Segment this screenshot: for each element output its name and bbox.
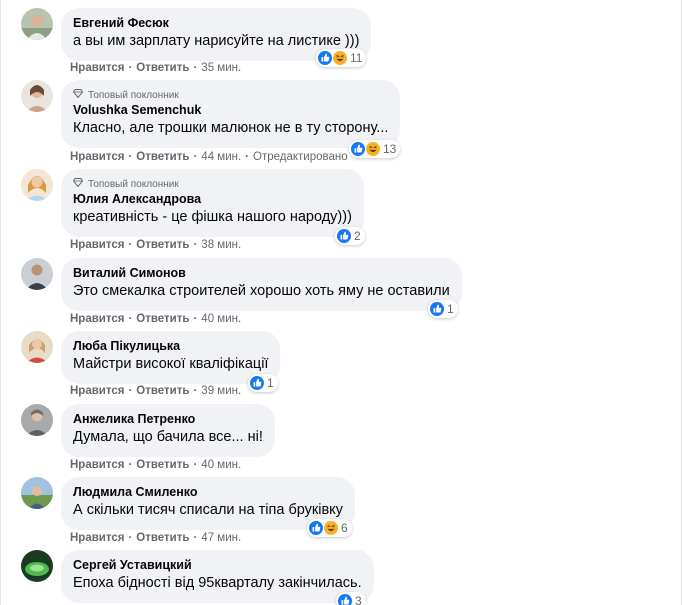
avatar[interactable] xyxy=(21,331,53,363)
like-icon xyxy=(338,594,352,605)
like-icon xyxy=(430,302,444,316)
reaction-summary[interactable]: 11 xyxy=(316,49,367,67)
haha-icon xyxy=(324,521,338,535)
comment-actions: Нравится · Ответить · 39 мин. xyxy=(70,385,242,397)
comment-text: А скільки тисяч списали на тіпа бруківку xyxy=(73,502,343,518)
reply-button[interactable]: Ответить xyxy=(136,313,189,325)
like-button[interactable]: Нравится xyxy=(70,532,124,544)
like-icon xyxy=(337,229,351,243)
reply-button[interactable]: Ответить xyxy=(136,62,189,74)
reaction-summary[interactable]: 3 xyxy=(336,592,366,605)
top-fan-label: Топовый поклонник xyxy=(88,89,179,101)
comment-timestamp[interactable]: 40 мин. xyxy=(201,459,241,471)
comment-bubble: Топовый поклонник Юлия Александрова креа… xyxy=(61,169,364,237)
avatar[interactable] xyxy=(21,477,53,509)
haha-icon xyxy=(366,142,380,156)
comment-timestamp[interactable]: 38 мин. xyxy=(201,239,241,251)
like-icon xyxy=(309,521,323,535)
like-icon xyxy=(351,142,365,156)
comment-text: Епоха бідності від 95кварталу закінчилас… xyxy=(73,575,362,591)
reaction-summary[interactable]: 2 xyxy=(335,227,365,245)
comment-actions: Нравится · Ответить · 47 мин. xyxy=(70,532,242,544)
reaction-count: 1 xyxy=(267,376,274,390)
comment-author[interactable]: Юлия Александрова xyxy=(73,191,352,207)
comment-timestamp[interactable]: 44 мин. xyxy=(201,151,241,163)
comment-author[interactable]: Анжелика Петренко xyxy=(73,411,263,427)
comment-text: Думала, що бачила все... ні! xyxy=(73,429,263,445)
avatar[interactable] xyxy=(21,404,53,436)
like-icon xyxy=(318,51,332,65)
reply-button[interactable]: Ответить xyxy=(136,532,189,544)
comment-bubble: Сергей Уставицкий Епоха бідності від 95к… xyxy=(61,550,374,603)
edited-label[interactable]: Отредактировано xyxy=(253,151,348,163)
reaction-count: 13 xyxy=(383,142,397,156)
like-button[interactable]: Нравится xyxy=(70,459,124,471)
comment-actions: Нравится · Ответить · 40 мин. xyxy=(70,313,242,325)
comment-text: а вы им зарплату нарисуйте на листике ))… xyxy=(73,33,360,49)
reaction-count: 1 xyxy=(447,302,454,316)
avatar[interactable] xyxy=(21,550,53,582)
like-button[interactable]: Нравится xyxy=(70,239,124,251)
comment-author[interactable]: Сергей Уставицкий xyxy=(73,557,362,573)
top-fan-badge: Топовый поклонник xyxy=(72,177,352,191)
comment-bubble: Анжелика Петренко Думала, що бачила все.… xyxy=(61,404,275,457)
diamond-icon xyxy=(72,178,84,190)
comment-bubble: Виталий Симонов Это смекалка строителей … xyxy=(61,258,462,311)
reply-button[interactable]: Ответить xyxy=(136,239,189,251)
avatar[interactable] xyxy=(21,8,53,40)
comment-timestamp[interactable]: 35 мин. xyxy=(201,62,241,74)
like-button[interactable]: Нравится xyxy=(70,385,124,397)
comment-text: Майстри високої кваліфікації xyxy=(73,356,269,372)
reply-button[interactable]: Ответить xyxy=(136,385,189,397)
comment-actions: Нравится · Ответить · 38 мин. xyxy=(70,239,242,251)
comment-actions: Нравится · Ответить · 40 мин. xyxy=(70,459,242,471)
comment-actions: Нравится · Ответить · 35 мин. xyxy=(70,62,242,74)
comment-actions: Нравится · Ответить · 44 мин. · Отредактирован… xyxy=(70,151,348,163)
comments-panel: Евгений Фесюк а вы им зарплату нарисуйте… xyxy=(0,0,682,605)
comment-timestamp[interactable]: 40 мин. xyxy=(201,313,241,325)
avatar[interactable] xyxy=(21,169,53,201)
reaction-summary[interactable]: 1 xyxy=(428,300,458,318)
comment-author[interactable]: Люба Пікулицька xyxy=(73,338,268,354)
diamond-icon xyxy=(72,89,84,101)
comment-author[interactable]: Евгений Фесюк xyxy=(73,15,359,31)
reply-button[interactable]: Ответить xyxy=(136,459,189,471)
like-icon xyxy=(250,376,264,390)
reply-button[interactable]: Ответить xyxy=(136,151,189,163)
reaction-count: 3 xyxy=(355,594,362,605)
comment-bubble: Топовый поклонник Volushka Semenchuk Кла… xyxy=(61,80,401,148)
like-button[interactable]: Нравится xyxy=(70,62,124,74)
like-button[interactable]: Нравится xyxy=(70,151,124,163)
comment-text: Это смекалка строителей хорошо хоть яму … xyxy=(73,283,450,299)
reaction-summary[interactable]: 6 xyxy=(307,519,352,537)
top-fan-badge: Топовый поклонник xyxy=(72,88,388,102)
like-button[interactable]: Нравится xyxy=(70,313,124,325)
comment-author[interactable]: Volushka Semenchuk xyxy=(73,102,388,118)
avatar[interactable] xyxy=(21,80,53,112)
comment-timestamp[interactable]: 39 мин. xyxy=(201,385,241,397)
haha-icon xyxy=(333,51,347,65)
comment-author[interactable]: Людмила Смиленко xyxy=(73,484,343,500)
comment-bubble: Люба Пікулицька Майстри високої кваліфік… xyxy=(61,331,281,384)
comment-timestamp[interactable]: 47 мин. xyxy=(201,532,241,544)
avatar[interactable] xyxy=(21,258,53,290)
reaction-count: 6 xyxy=(341,521,348,535)
top-fan-label: Топовый поклонник xyxy=(88,178,179,190)
comment-text: Класно, але трошки малюнок не в ту сторо… xyxy=(73,120,389,136)
reaction-count: 2 xyxy=(354,229,361,243)
reaction-summary[interactable]: 13 xyxy=(349,140,401,158)
comment-author[interactable]: Виталий Симонов xyxy=(73,265,450,281)
reaction-summary[interactable]: 1 xyxy=(248,374,278,392)
reaction-count: 11 xyxy=(350,51,363,65)
comment-text: креативність - це фішка нашого народу))) xyxy=(73,209,352,225)
